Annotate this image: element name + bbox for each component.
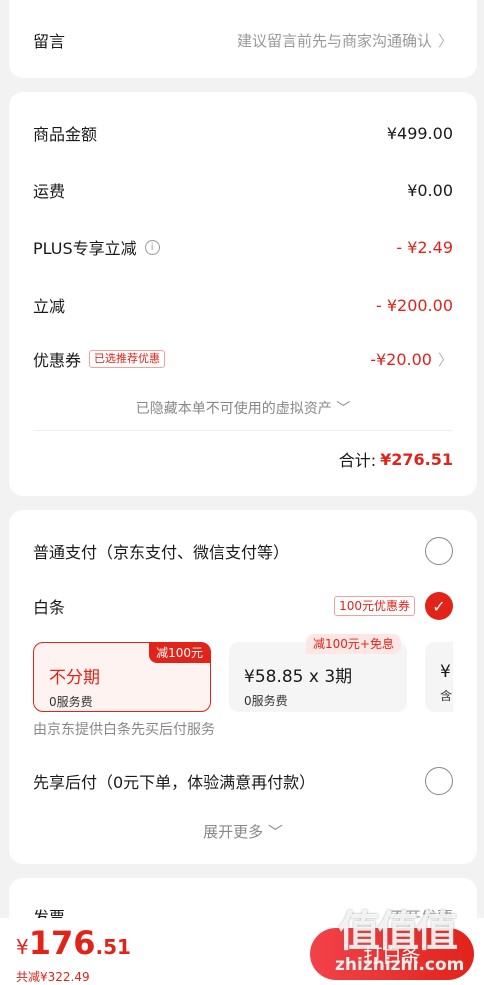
coupon-label: 优惠券 [33, 351, 82, 370]
chevron-down-icon: ﹀ [336, 401, 351, 417]
info-icon[interactable]: i [144, 239, 160, 255]
plus-discount-label: PLUS专享立减 [33, 239, 137, 258]
final-price: ¥176.51 [16, 924, 131, 962]
radio-normal-pay[interactable] [425, 537, 453, 565]
instant-discount-row: 立减 - ¥200.00 [33, 293, 453, 317]
payment-option-pay-later[interactable]: 先享后付（0元下单，体验满意再付款） [33, 766, 453, 796]
baitiao-note: 由京东提供白条先买后付服务 [33, 722, 215, 738]
payment-card: 普通支付（京东支付、微信支付等） 白条 100元优惠券 ✓ 减100元 不分期 … [9, 510, 477, 864]
shipping-row: 运费 ¥0.00 [33, 178, 453, 202]
plan-title: 不分期 [49, 668, 100, 688]
expand-more-label: 展开更多 [203, 823, 264, 841]
price-symbol: ¥ [16, 935, 29, 959]
goods-amount-label: 商品金额 [33, 125, 98, 144]
shipping-label: 运费 [33, 182, 66, 201]
price-decimal: .51 [95, 935, 131, 959]
watermark-url: zhizhizhi.com [335, 955, 465, 975]
price-summary-card: 商品金额 ¥499.00 运费 ¥0.00 PLUS专享立减 i - ¥2.49… [9, 92, 477, 496]
plan-more[interactable]: ¥ 含 [425, 642, 453, 712]
goods-amount-value: ¥499.00 [386, 123, 453, 143]
watermark-logo: 值值值 [338, 907, 458, 956]
radio-baitiao-checked[interactable]: ✓ [425, 592, 453, 620]
hidden-assets-toggle[interactable]: 已隐藏本单不可使用的虚拟资产 ﹀ [9, 398, 477, 418]
total-row: 合计: ¥276.51 [33, 447, 453, 471]
plan-badge: 减100元+免息 [306, 634, 401, 654]
plan-badge: 减100元 [149, 643, 210, 663]
coupon-tag: 已选推荐优惠 [89, 350, 166, 368]
expand-more-toggle[interactable]: 展开更多 ﹀ [9, 821, 477, 842]
total-saved: 共减¥322.49 [16, 970, 90, 984]
note-card: 留言 建议留言前先与商家沟通确认 〉 [9, 0, 477, 78]
note-placeholder: 建议留言前先与商家沟通确认 [236, 31, 432, 50]
baitiao-coupon-tag: 100元优惠券 [334, 596, 415, 616]
goods-amount-row: 商品金额 ¥499.00 [33, 121, 453, 145]
price-integer: 176 [28, 924, 96, 962]
coupon-row[interactable]: 优惠券 已选推荐优惠 -¥20.00 〉 [33, 347, 453, 371]
plan-sub: 0服务费 [49, 695, 93, 709]
hidden-assets-label: 已隐藏本单不可使用的虚拟资产 [135, 401, 332, 417]
note-label: 留言 [33, 32, 66, 51]
total-value: ¥276.51 [380, 449, 453, 469]
chevron-right-icon: 〉 [437, 31, 453, 50]
payment-option-normal[interactable]: 普通支付（京东支付、微信支付等） [33, 536, 453, 566]
note-row[interactable]: 留言 建议留言前先与商家沟通确认 〉 [33, 28, 453, 52]
total-label: 合计: [338, 451, 377, 470]
plan-no-installment[interactable]: 减100元 不分期 0服务费 [33, 642, 211, 712]
shipping-value: ¥0.00 [407, 180, 453, 200]
chevron-down-icon: ﹀ [267, 823, 283, 841]
pay-later-label: 先享后付（0元下单，体验满意再付款） [33, 773, 316, 792]
coupon-value: -¥20.00 [370, 349, 432, 369]
instant-discount-label: 立减 [33, 297, 66, 316]
radio-pay-later[interactable] [425, 767, 453, 795]
normal-pay-label: 普通支付（京东支付、微信支付等） [33, 543, 290, 562]
plan-sub: 含 [440, 689, 453, 703]
plan-title: ¥58.85 x 3期 [244, 667, 353, 687]
plan-title: ¥ [440, 662, 451, 682]
plus-discount-value: - ¥2.49 [396, 237, 453, 257]
plan-sub: 0服务费 [244, 694, 288, 708]
divider [33, 430, 453, 431]
chevron-right-icon: 〉 [437, 350, 453, 369]
payment-option-baitiao[interactable]: 白条 100元优惠券 ✓ [33, 591, 453, 621]
instant-discount-value: - ¥200.00 [375, 295, 453, 315]
baitiao-label: 白条 [33, 598, 66, 617]
plus-discount-row: PLUS专享立减 i - ¥2.49 [33, 235, 453, 259]
